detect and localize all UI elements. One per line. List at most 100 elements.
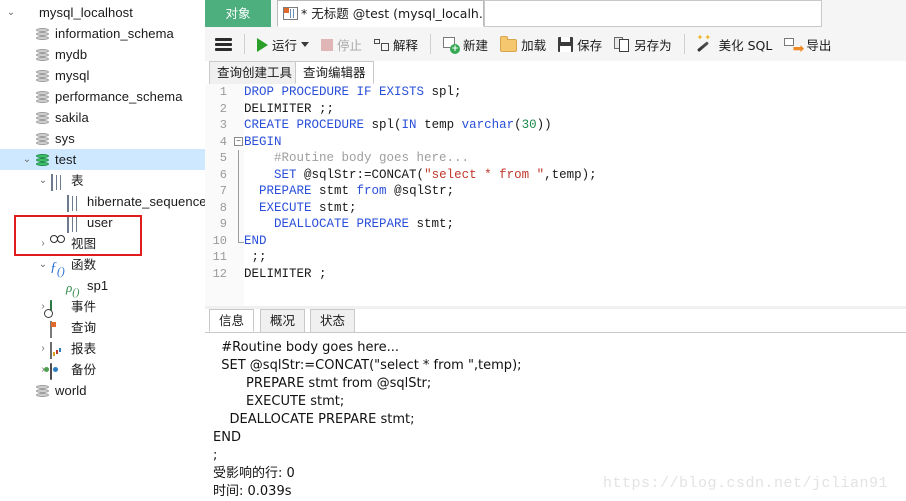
tree-node[interactable]: ⌄ test <box>0 149 205 170</box>
explain-button[interactable]: 解释 <box>369 31 423 57</box>
database-active-icon <box>34 151 51 168</box>
database-tree[interactable]: ⌄ mysql_localhost information_schema mydb… <box>0 0 205 401</box>
tree-node-label: mysql_localhost <box>39 5 133 20</box>
line-number: 12 <box>212 266 227 281</box>
tree-node-label: test <box>55 152 77 167</box>
tree-node[interactable]: ⌄ ƒ() 函数 <box>0 254 205 278</box>
run-button[interactable]: 运行 <box>252 31 314 57</box>
code-token: IN <box>401 118 425 132</box>
query-icon <box>50 319 67 338</box>
tree-node[interactable]: › 备份 <box>0 359 205 380</box>
code-text: CREATE PROCEDURE spl(IN temp varchar(30)… <box>244 117 552 134</box>
code-token: stmt; <box>416 217 455 231</box>
message-line: ; <box>213 448 218 463</box>
code-token: 30 <box>521 118 537 132</box>
beautify-sql-button[interactable]: 美化 SQL <box>692 31 778 57</box>
stop-button[interactable]: 停止 <box>316 31 367 57</box>
save-as-button[interactable]: 另存为 <box>609 31 677 57</box>
tree-node[interactable]: ⌄ mysql_localhost <box>0 2 205 23</box>
tree-node[interactable]: ⌄ 表 <box>0 170 205 191</box>
code-line[interactable]: 9 DEALLOCATE PREPARE stmt; <box>205 216 906 233</box>
tab-status[interactable]: 状态 <box>310 309 356 332</box>
tree-node[interactable]: › 视图 <box>0 233 205 254</box>
navicat-window: ⌄ mysql_localhost information_schema mydb… <box>0 0 906 501</box>
code-line[interactable]: 1 DROP PROCEDURE IF EXISTS spl; <box>205 84 906 101</box>
table-folder-icon <box>50 172 67 191</box>
tree-node[interactable]: information_schema <box>0 23 205 44</box>
code-line[interactable]: 8 EXECUTE stmt; <box>205 199 906 216</box>
new-button[interactable]: 新建 <box>438 31 493 57</box>
code-content[interactable]: 1 DROP PROCEDURE IF EXISTS spl; 2 DELIMITER… <box>205 84 906 282</box>
tree-node[interactable]: sys <box>0 128 205 149</box>
tab-query-editor[interactable]: 查询编辑器 <box>295 61 374 84</box>
database-icon <box>34 46 51 63</box>
sql-code-editor[interactable]: 1 DROP PROCEDURE IF EXISTS spl; 2 DELIMITER… <box>205 84 906 306</box>
tree-node[interactable]: mydb <box>0 44 205 65</box>
code-line[interactable]: 12 DELIMITER ; <box>205 266 906 283</box>
tree-node[interactable]: › 事件 <box>0 296 205 317</box>
code-line[interactable]: 5 #Routine body goes here... <box>205 150 906 167</box>
folder-open-icon <box>500 35 518 52</box>
code-line[interactable]: 11 ;; <box>205 249 906 266</box>
tree-node-label: 视图 <box>71 236 97 251</box>
message-line: #Routine body goes here... <box>213 340 399 355</box>
object-tree-sidebar[interactable]: ⌄ mysql_localhost information_schema mydb… <box>0 0 206 501</box>
code-token: #Routine body goes here... <box>244 151 470 165</box>
code-text: BEGIN <box>244 134 282 151</box>
new-label: 新建 <box>463 37 489 53</box>
tab-query-builder[interactable]: 查询创建工具 <box>209 61 301 84</box>
tab-info[interactable]: 信息 <box>209 309 255 332</box>
expand-chevron-right-icon[interactable]: › <box>36 338 50 359</box>
code-token: PREPARE <box>259 184 320 198</box>
code-token: spl( <box>371 118 402 132</box>
tree-node[interactable]: sakila <box>0 107 205 128</box>
tab-query-document[interactable]: * 无标题 @test (mysql_localh... <box>277 0 491 27</box>
floppy-disk-icon <box>558 37 574 52</box>
tree-node[interactable]: › 报表 <box>0 338 205 359</box>
view-icon <box>50 235 67 252</box>
menu-button[interactable] <box>206 31 237 57</box>
expand-chevron-down-icon[interactable]: ⌄ <box>36 254 50 275</box>
fold-collapse-icon[interactable]: − <box>234 136 243 146</box>
fold-guide-line <box>238 199 239 216</box>
tree-node-label: performance_schema <box>55 89 183 104</box>
code-token: DROP PROCEDURE IF EXISTS <box>244 85 432 99</box>
tree-node[interactable]: hibernate_sequence <box>0 191 205 212</box>
tab-objects[interactable]: 对象 <box>205 0 271 27</box>
tree-node[interactable]: user <box>0 212 205 233</box>
database-icon <box>34 130 51 147</box>
report-icon <box>50 340 67 359</box>
table-icon <box>66 193 83 212</box>
tab-profile[interactable]: 概况 <box>260 309 306 332</box>
database-icon <box>34 109 51 126</box>
tree-node[interactable]: 查询 <box>0 317 205 338</box>
code-line[interactable]: 6 SET @sqlStr:=CONCAT("select * from ",t… <box>205 166 906 183</box>
fold-guide-line <box>238 150 239 167</box>
export-button[interactable]: 导出 <box>779 31 836 57</box>
code-line[interactable]: 4− BEGIN <box>205 134 906 151</box>
tree-node[interactable]: performance_schema <box>0 86 205 107</box>
load-button[interactable]: 加载 <box>495 31 551 57</box>
toolbar-separator <box>683 34 685 54</box>
save-label: 保存 <box>577 37 603 53</box>
tree-node[interactable]: ρ() sp1 <box>0 275 205 299</box>
code-line[interactable]: 2 DELIMITER ;; <box>205 101 906 118</box>
fold-guide-line <box>238 183 239 200</box>
expand-chevron-down-icon[interactable]: ⌄ <box>36 170 50 191</box>
expand-chevron-down-icon[interactable]: ⌄ <box>4 2 18 23</box>
expand-chevron-right-icon[interactable]: › <box>36 233 50 254</box>
code-token: stmt <box>319 184 357 198</box>
tree-node[interactable]: mysql <box>0 65 205 86</box>
function-icon: ƒ() <box>50 260 65 278</box>
code-line[interactable]: 3 CREATE PROCEDURE spl(IN temp varchar(30… <box>205 117 906 134</box>
code-line[interactable]: 7 PREPARE stmt from @sqlStr; <box>205 183 906 200</box>
expand-chevron-down-icon[interactable]: ⌄ <box>20 149 34 170</box>
code-line[interactable]: 10 END <box>205 232 906 250</box>
chevron-down-icon[interactable] <box>301 41 310 47</box>
tree-node-label: sys <box>55 131 75 146</box>
save-button[interactable]: 保存 <box>553 31 607 57</box>
tree-node[interactable]: world <box>0 380 205 401</box>
